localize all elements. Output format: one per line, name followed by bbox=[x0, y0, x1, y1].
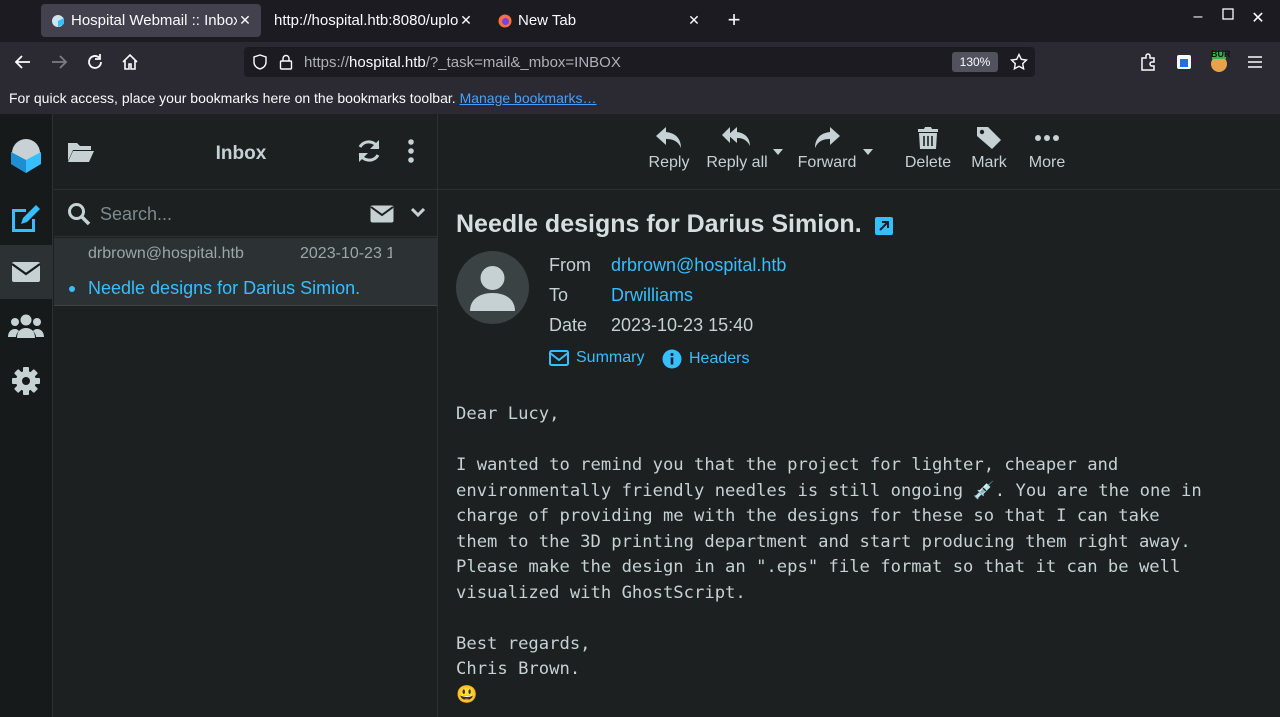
minimize-icon[interactable]: – bbox=[1186, 8, 1210, 26]
back-icon[interactable] bbox=[12, 51, 34, 73]
close-window-icon[interactable]: ✕ bbox=[1246, 8, 1270, 28]
maximize-icon[interactable] bbox=[1216, 7, 1240, 25]
kebab-menu-icon[interactable] bbox=[406, 138, 416, 164]
envelope-icon bbox=[11, 262, 41, 282]
container-icon[interactable] bbox=[1173, 51, 1195, 73]
forward-button[interactable]: Forward bbox=[795, 126, 859, 186]
zoom-level[interactable]: 130% bbox=[952, 52, 998, 72]
tab-bar: Hospital Webmail :: Inbox ✕ http://hospi… bbox=[0, 0, 1280, 42]
roundcube-favicon-icon bbox=[52, 14, 64, 27]
to-address-link[interactable]: Drwilliams bbox=[611, 285, 693, 306]
tag-icon bbox=[977, 127, 1001, 149]
message-toolbar: Reply Reply all Forward Delete Mark More bbox=[438, 114, 1280, 190]
lock-icon[interactable] bbox=[279, 54, 293, 70]
tab-new-tab[interactable]: New Tab ✕ bbox=[490, 4, 710, 37]
tab-title: Hospital Webmail :: Inbox bbox=[71, 12, 237, 29]
forward-nav-icon[interactable] bbox=[48, 51, 70, 73]
message-from: drbrown@hospital.htb bbox=[88, 245, 244, 262]
roundcube-logo[interactable] bbox=[0, 128, 52, 184]
reply-all-icon bbox=[722, 127, 750, 146]
tab-title: New Tab bbox=[518, 12, 577, 29]
shield-icon[interactable] bbox=[252, 54, 268, 70]
message-list-panel: Inbox Search... drbrown@hospital.htb 202… bbox=[54, 114, 438, 717]
compose-icon bbox=[12, 205, 40, 232]
search-bar: Search... bbox=[54, 190, 437, 237]
home-icon[interactable] bbox=[119, 51, 141, 73]
bookmark-star-icon[interactable] bbox=[1010, 53, 1028, 71]
message-title: Needle designs for Darius Simion. bbox=[456, 210, 893, 239]
envelope-filter-icon[interactable] bbox=[370, 205, 394, 223]
envelope-outline-icon bbox=[549, 350, 569, 366]
message-date: 2023-10-23 15:40 bbox=[300, 245, 392, 262]
search-icon[interactable] bbox=[67, 202, 91, 226]
refresh-icon[interactable] bbox=[356, 138, 382, 164]
settings-button[interactable] bbox=[0, 354, 52, 408]
forward-icon bbox=[815, 127, 840, 148]
mail-button[interactable] bbox=[0, 245, 52, 299]
tab-uploads[interactable]: http://hospital.htb:8080/uploads ✕ bbox=[266, 4, 480, 37]
firefox-icon bbox=[498, 14, 512, 27]
reply-button[interactable]: Reply bbox=[645, 126, 693, 186]
webmail-app: Inbox Search... drbrown@hospital.htb 202… bbox=[0, 114, 1280, 717]
burp-extension-icon[interactable]: BUR bbox=[1208, 49, 1231, 73]
message-subject[interactable]: Needle designs for Darius Simion. bbox=[88, 278, 360, 299]
burp-badge: BUR bbox=[1211, 49, 1231, 59]
reply-all-dropdown-icon[interactable] bbox=[773, 149, 783, 155]
trash-icon bbox=[918, 127, 938, 149]
url-bar[interactable]: https://hospital.htb/?_task=mail&_mbox=I… bbox=[244, 47, 1035, 77]
avatar bbox=[456, 251, 529, 324]
tab-close-icon[interactable]: ✕ bbox=[458, 12, 474, 29]
hamburger-menu-icon[interactable] bbox=[1244, 51, 1266, 73]
extensions-icon[interactable] bbox=[1137, 51, 1159, 73]
message-body: Dear Lucy, I wanted to remind you that t… bbox=[456, 404, 1202, 705]
date-label: Date bbox=[549, 315, 588, 335]
contacts-button[interactable] bbox=[0, 299, 52, 353]
compose-button[interactable] bbox=[0, 191, 52, 245]
unread-indicator bbox=[69, 286, 75, 292]
new-tab-button[interactable]: + bbox=[722, 7, 746, 33]
reply-all-button[interactable]: Reply all bbox=[704, 126, 770, 186]
message-view: Reply Reply all Forward Delete Mark More… bbox=[438, 114, 1280, 717]
forward-dropdown-icon[interactable] bbox=[863, 149, 873, 155]
info-icon bbox=[662, 349, 682, 369]
contacts-icon bbox=[8, 314, 44, 338]
more-button[interactable]: More bbox=[1025, 126, 1069, 186]
main-menu bbox=[0, 114, 53, 717]
bookmarks-hint: For quick access, place your bookmarks h… bbox=[9, 90, 456, 106]
reload-icon[interactable] bbox=[84, 51, 106, 73]
manage-bookmarks-link[interactable]: Manage bookmarks… bbox=[460, 90, 597, 106]
message-list-header: Inbox bbox=[54, 114, 437, 190]
tab-webmail[interactable]: Hospital Webmail :: Inbox ✕ bbox=[41, 4, 261, 37]
to-label: To bbox=[549, 285, 569, 305]
table-row[interactable]: drbrown@hospital.htb 2023-10-23 15:40 Ne… bbox=[54, 238, 437, 306]
reply-icon bbox=[656, 127, 681, 148]
navigation-bar: https://hospital.htb/?_task=mail&_mbox=I… bbox=[0, 42, 1280, 82]
tab-title: http://hospital.htb:8080/uploads bbox=[274, 12, 458, 29]
url-text[interactable]: https://hospital.htb/?_task=mail&_mbox=I… bbox=[304, 54, 621, 71]
roundcube-logo-icon bbox=[11, 139, 41, 173]
more-icon bbox=[1035, 135, 1059, 141]
chevron-down-icon[interactable] bbox=[411, 208, 425, 218]
mark-button[interactable]: Mark bbox=[967, 126, 1011, 186]
user-icon bbox=[470, 266, 515, 311]
from-address-link[interactable]: drbrown@hospital.htb bbox=[611, 255, 786, 276]
summary-link[interactable]: Summary bbox=[549, 349, 644, 367]
delete-button[interactable]: Delete bbox=[904, 126, 952, 186]
from-label: From bbox=[549, 255, 591, 275]
bookmarks-toolbar: For quick access, place your bookmarks h… bbox=[0, 82, 1280, 114]
headers-link[interactable]: Headers bbox=[662, 349, 749, 369]
open-in-new-window-icon[interactable] bbox=[874, 217, 893, 235]
tab-close-icon[interactable]: ✕ bbox=[237, 12, 253, 29]
gear-icon bbox=[12, 367, 40, 395]
date-value: 2023-10-23 15:40 bbox=[611, 315, 754, 335]
search-input[interactable]: Search... bbox=[100, 204, 172, 225]
tab-close-icon[interactable]: ✕ bbox=[686, 12, 702, 29]
